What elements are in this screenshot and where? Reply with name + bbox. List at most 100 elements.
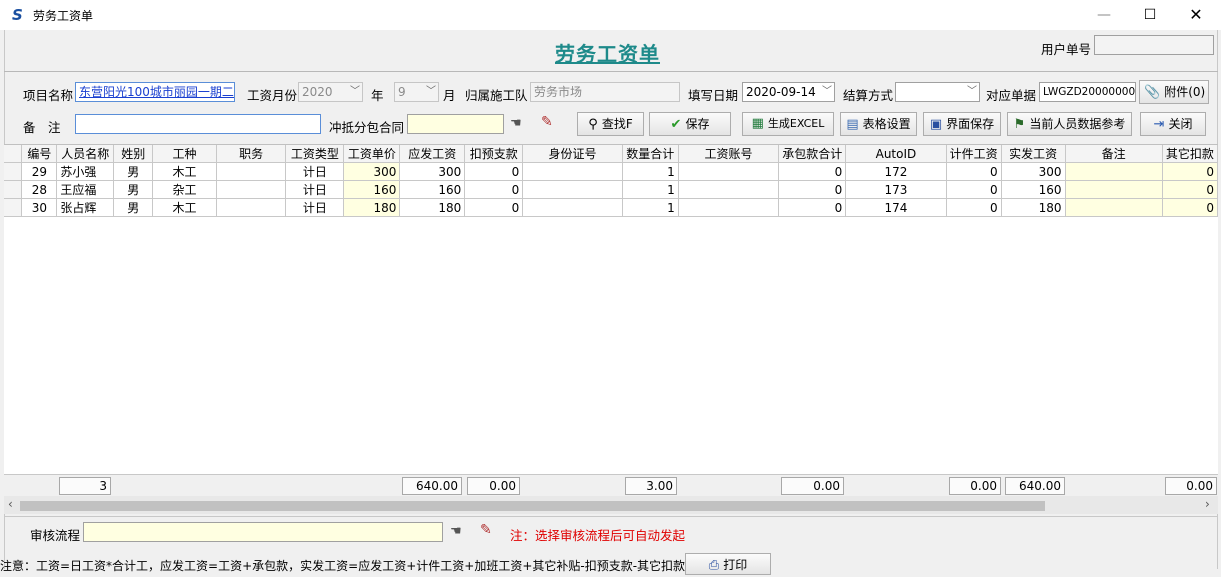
ui-save-button[interactable]: ▣ 界面保存 xyxy=(923,112,1001,136)
table-cell[interactable]: 木工 xyxy=(152,162,217,181)
table-cell[interactable] xyxy=(522,162,623,181)
project-field[interactable]: 东营阳光100城市丽园一期二标 xyxy=(75,82,235,102)
table-cell[interactable]: 苏小强 xyxy=(56,162,115,181)
table-cell[interactable] xyxy=(216,180,287,199)
maximize-button[interactable]: ☐ xyxy=(1127,0,1173,30)
print-button[interactable]: ⎙ 打印 xyxy=(685,553,771,575)
column-header[interactable]: 实发工资 xyxy=(1001,145,1066,163)
team-field[interactable]: 劳务市场 xyxy=(530,82,680,102)
table-row[interactable]: 30 张占辉男木工 计日 180 180 0 1 0 174 0 180 0 xyxy=(4,198,1218,217)
table-cell[interactable]: 木工 xyxy=(152,198,217,217)
column-header[interactable]: 职务 xyxy=(216,145,287,163)
column-header[interactable]: AutoID xyxy=(845,145,947,163)
ref-field[interactable]: LWGZD200000003 xyxy=(1039,82,1136,102)
table-cell[interactable] xyxy=(216,162,287,181)
table-cell[interactable]: 300 xyxy=(399,162,466,181)
table-cell[interactable]: 0 xyxy=(464,198,524,217)
table-cell[interactable]: 0 xyxy=(464,180,524,199)
row-indicator[interactable] xyxy=(4,180,23,199)
table-cell[interactable] xyxy=(216,198,287,217)
table-cell[interactable]: 300 xyxy=(1001,162,1066,181)
date-picker[interactable]: 2020-09-14 ﹀ xyxy=(742,82,835,102)
table-cell[interactable]: 1 xyxy=(622,162,679,181)
table-cell[interactable]: 1 xyxy=(622,198,679,217)
table-cell[interactable]: 0 xyxy=(778,180,847,199)
table-cell[interactable]: 0 xyxy=(1162,198,1218,217)
table-cell[interactable]: 男 xyxy=(113,162,154,181)
reference-data-button[interactable]: ⚑ 当前人员数据参考 xyxy=(1007,112,1132,136)
column-header[interactable]: 姓别 xyxy=(113,145,154,163)
table-cell[interactable] xyxy=(1065,180,1163,199)
table-cell[interactable]: 男 xyxy=(113,198,154,217)
row-indicator[interactable] xyxy=(4,162,23,181)
column-header[interactable]: 工资账号 xyxy=(678,145,780,163)
table-cell[interactable]: 0 xyxy=(946,198,1002,217)
column-header[interactable]: 工种 xyxy=(152,145,217,163)
table-cell[interactable]: 0 xyxy=(1162,162,1218,181)
column-header[interactable]: 工资类型 xyxy=(285,145,345,163)
table-cell[interactable] xyxy=(522,198,623,217)
table-cell[interactable]: 男 xyxy=(113,180,154,199)
column-header[interactable]: 计件工资 xyxy=(946,145,1002,163)
table-cell[interactable]: 180 xyxy=(343,198,401,217)
close-window-button[interactable]: ✕ xyxy=(1173,0,1219,30)
scroll-left-icon[interactable]: ‹ xyxy=(8,497,13,511)
table-cell[interactable]: 30 xyxy=(21,198,58,217)
settle-select[interactable]: ﹀ xyxy=(895,82,980,102)
row-indicator[interactable] xyxy=(4,198,23,217)
column-header[interactable]: 应发工资 xyxy=(399,145,466,163)
table-cell[interactable]: 160 xyxy=(399,180,466,199)
table-cell[interactable] xyxy=(678,180,780,199)
export-excel-button[interactable]: ▦ 生成EXCEL xyxy=(742,112,834,136)
table-cell[interactable]: 29 xyxy=(21,162,58,181)
pointer-select-icon[interactable]: ☚ xyxy=(510,116,522,131)
scrollbar-thumb[interactable] xyxy=(20,501,1045,511)
table-cell[interactable] xyxy=(1065,162,1163,181)
column-header[interactable]: 人员名称 xyxy=(56,145,115,163)
table-cell[interactable]: 0 xyxy=(778,162,847,181)
column-header[interactable]: 其它扣款 xyxy=(1162,145,1218,163)
audit-flow-input[interactable] xyxy=(83,522,443,542)
table-cell[interactable]: 计日 xyxy=(285,180,345,199)
table-row[interactable]: 28 王应福男杂工 计日 160 160 0 1 0 173 0 160 0 xyxy=(4,180,1218,199)
table-cell[interactable]: 杂工 xyxy=(152,180,217,199)
offset-contract-input[interactable] xyxy=(407,114,504,134)
table-row[interactable]: 29 苏小强男木工 计日 300 300 0 1 0 172 0 300 0 xyxy=(4,162,1218,181)
table-cell[interactable]: 28 xyxy=(21,180,58,199)
column-header[interactable]: 身份证号 xyxy=(522,145,623,163)
find-button[interactable]: ⚲ 查找F xyxy=(577,112,644,136)
table-cell[interactable]: 160 xyxy=(343,180,401,199)
scroll-right-icon[interactable]: › xyxy=(1205,497,1210,511)
eraser-clear-icon[interactable]: ✎ xyxy=(480,522,492,538)
table-cell[interactable]: 王应福 xyxy=(56,180,115,199)
column-header[interactable]: 编号 xyxy=(21,145,58,163)
minimize-button[interactable]: — xyxy=(1081,0,1127,30)
table-cell[interactable]: 0 xyxy=(464,162,524,181)
table-cell[interactable] xyxy=(678,162,780,181)
close-form-button[interactable]: ⇥ 关闭 xyxy=(1140,112,1206,136)
table-cell[interactable]: 计日 xyxy=(285,198,345,217)
table-cell[interactable]: 计日 xyxy=(285,162,345,181)
table-cell[interactable]: 1 xyxy=(622,180,679,199)
table-cell[interactable]: 172 xyxy=(845,162,947,181)
column-header[interactable]: 数量合计 xyxy=(622,145,679,163)
user-no-field[interactable] xyxy=(1094,35,1214,55)
table-cell[interactable]: 0 xyxy=(946,162,1002,181)
table-cell[interactable]: 0 xyxy=(778,198,847,217)
column-header[interactable]: 备注 xyxy=(1065,145,1163,163)
table-cell[interactable]: 300 xyxy=(343,162,401,181)
table-cell[interactable] xyxy=(522,180,623,199)
column-header[interactable]: 扣预支款 xyxy=(464,145,524,163)
table-cell[interactable]: 180 xyxy=(1001,198,1066,217)
eraser-clear-icon[interactable]: ✎ xyxy=(541,114,553,130)
wage-grid[interactable]: 编号 人员名称 姓别 工种 职务 工资类型 工资单价 应发工资 扣预支款 身份证号 数量合计 工资账号… xyxy=(4,144,1218,474)
table-cell[interactable]: 173 xyxy=(845,180,947,199)
year-select[interactable]: 2020 ﹀ xyxy=(298,82,363,102)
table-cell[interactable]: 0 xyxy=(1162,180,1218,199)
table-cell[interactable]: 张占辉 xyxy=(56,198,115,217)
pointer-select-icon[interactable]: ☚ xyxy=(450,524,462,539)
remark-input[interactable] xyxy=(75,114,321,134)
column-header[interactable]: 工资单价 xyxy=(343,145,401,163)
table-settings-button[interactable]: ▤ 表格设置 xyxy=(840,112,917,136)
attachment-button[interactable]: 📎 附件(0) xyxy=(1139,80,1209,104)
